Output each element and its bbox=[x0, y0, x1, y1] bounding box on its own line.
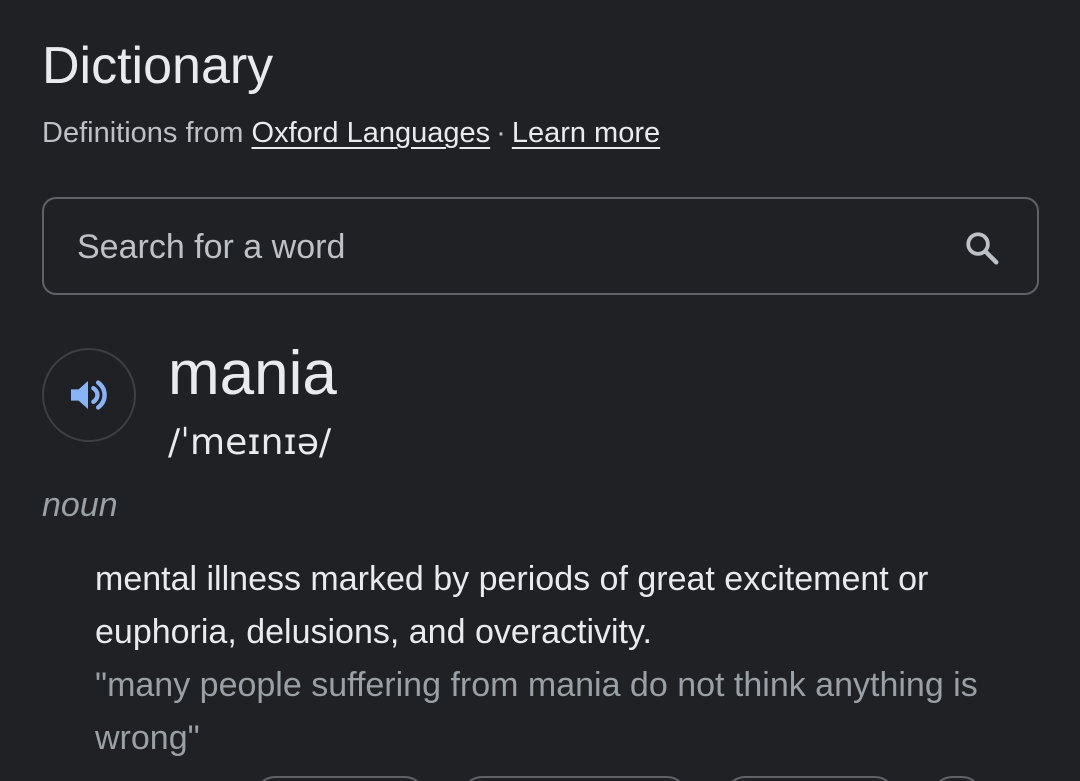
chip[interactable] bbox=[462, 776, 687, 781]
headword: mania bbox=[168, 339, 337, 408]
source-line: Definitions from Oxford Languages · Learn … bbox=[42, 113, 660, 153]
example-sentence: "many people suffering from mania do not… bbox=[95, 666, 978, 757]
separator: · bbox=[496, 117, 506, 149]
definition-text: mental illness marked by periods of grea… bbox=[95, 560, 929, 651]
learn-more-link[interactable]: Learn more bbox=[512, 117, 660, 149]
chip[interactable] bbox=[725, 776, 895, 781]
speaker-icon bbox=[71, 380, 107, 410]
search-icon[interactable] bbox=[963, 229, 1001, 267]
chip[interactable] bbox=[255, 776, 425, 781]
search-box[interactable] bbox=[42, 197, 1039, 295]
phonetic-spelling: /ˈmeɪnɪə/ bbox=[168, 422, 332, 463]
source-prefix: Definitions from bbox=[42, 117, 244, 149]
part-of-speech: noun bbox=[42, 486, 118, 524]
oxford-languages-link[interactable]: Oxford Languages bbox=[252, 117, 491, 149]
dictionary-card: Dictionary Definitions from Oxford Langu… bbox=[0, 0, 1080, 781]
pronunciation-button[interactable] bbox=[42, 348, 136, 442]
chip[interactable] bbox=[932, 776, 982, 781]
page-title: Dictionary bbox=[42, 37, 274, 95]
related-chips-row bbox=[0, 770, 1080, 781]
search-input[interactable] bbox=[77, 219, 937, 275]
